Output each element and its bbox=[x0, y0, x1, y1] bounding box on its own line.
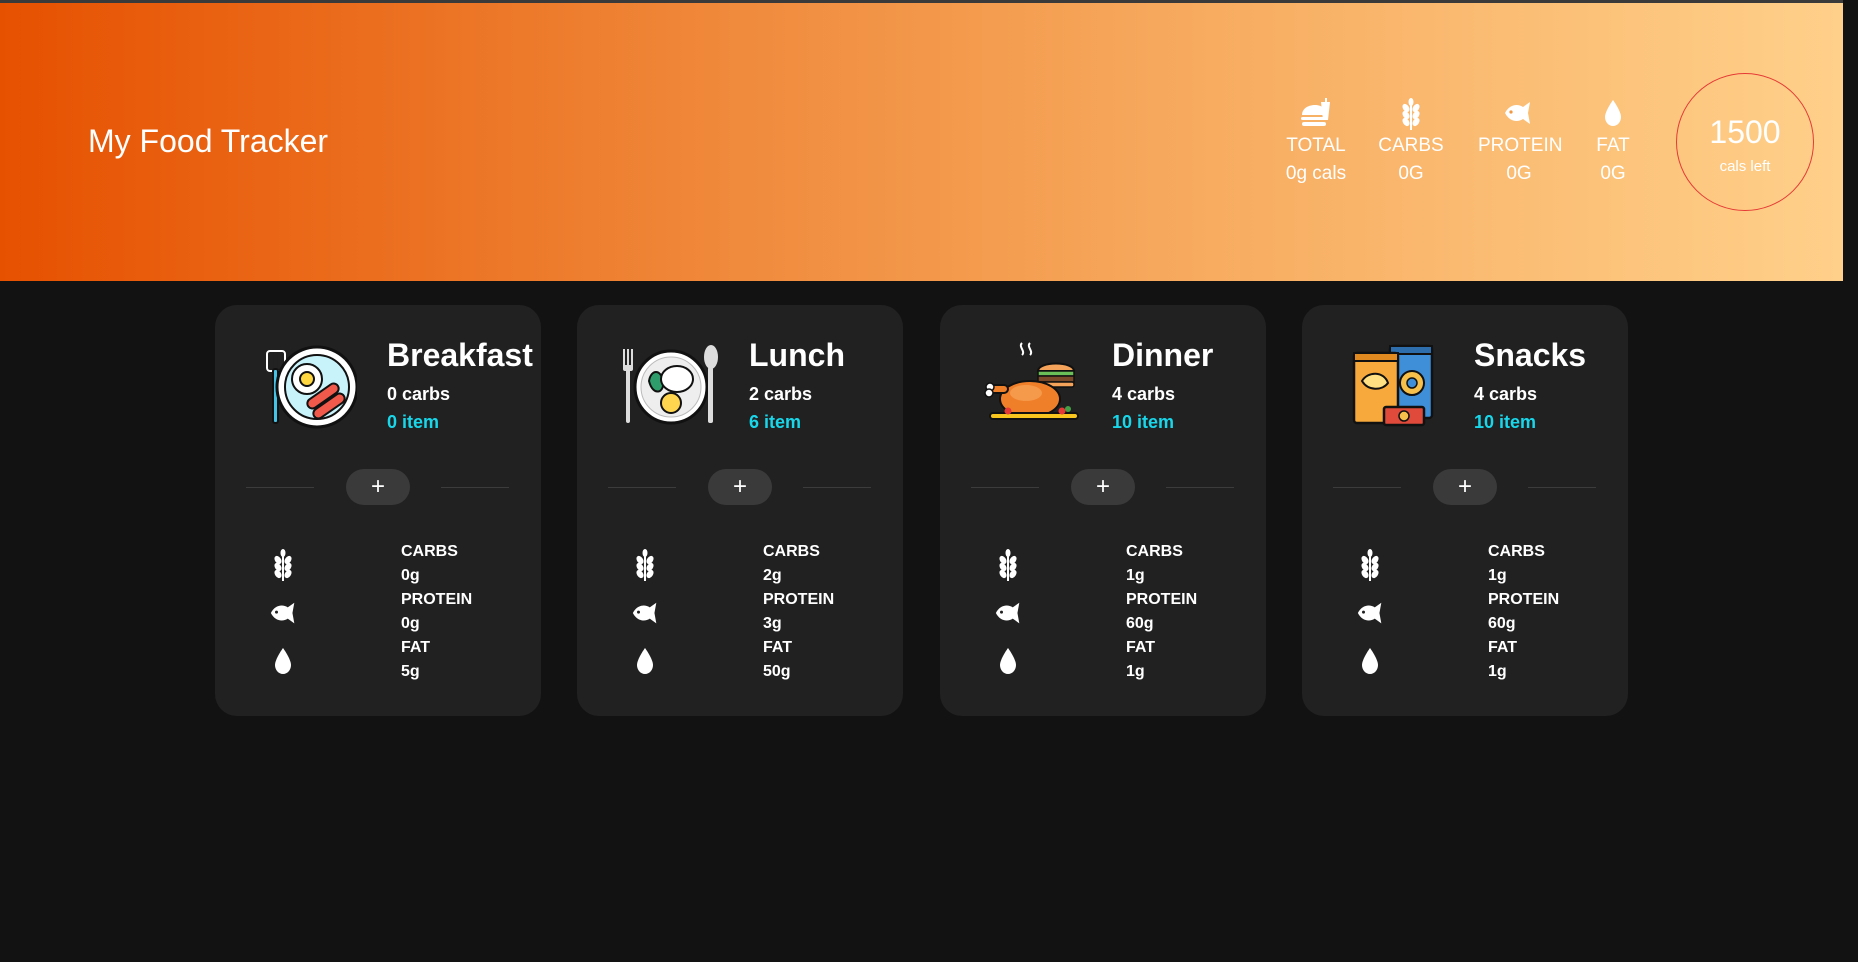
meal-card-snacks[interactable]: Snacks 4 carbs 10 item + CARBS 1g PROTEI… bbox=[1302, 305, 1628, 716]
fat-value: 1g bbox=[1126, 663, 1145, 680]
meal-carbs-summary: 4 carbs bbox=[1112, 384, 1176, 404]
protein-value: 60g bbox=[1488, 615, 1516, 632]
meal-carbs-summary: 4 carbs bbox=[1474, 384, 1538, 404]
fat-value: 5g bbox=[401, 663, 420, 680]
fat-value: 50g bbox=[763, 663, 791, 680]
fat-label: FAT bbox=[763, 639, 793, 656]
stat-total-value: 0g cals bbox=[1285, 163, 1347, 184]
add-food-button[interactable]: + bbox=[1433, 469, 1497, 505]
meal-carbs-summary: 0 carbs bbox=[387, 384, 451, 404]
fat-label: FAT bbox=[1126, 639, 1156, 656]
stat-carbs: CARBS 0G bbox=[1378, 98, 1444, 188]
drop-icon bbox=[275, 648, 291, 674]
stat-carbs-value: 0G bbox=[1398, 163, 1424, 184]
meal-item-count: 6 item bbox=[749, 412, 802, 432]
carbs-label: CARBS bbox=[401, 543, 458, 560]
drop-icon bbox=[1000, 648, 1016, 674]
wheat-icon bbox=[1378, 98, 1444, 132]
protein-label: PROTEIN bbox=[763, 591, 835, 608]
drop-icon bbox=[1591, 98, 1635, 132]
stat-fat: FAT 0G bbox=[1591, 98, 1635, 188]
divider-left bbox=[971, 487, 1039, 488]
fish-icon bbox=[995, 602, 1020, 624]
fish-icon bbox=[270, 602, 295, 624]
meal-card-lunch[interactable]: Lunch 2 carbs 6 item + CARBS 2g PROTEIN … bbox=[577, 305, 903, 716]
carbs-label: CARBS bbox=[1488, 543, 1545, 560]
drop-icon bbox=[1362, 648, 1378, 674]
divider-left bbox=[246, 487, 314, 488]
wheat-icon bbox=[636, 549, 654, 581]
stat-carbs-label: CARBS bbox=[1378, 135, 1444, 156]
carbs-value: 1g bbox=[1488, 567, 1507, 584]
protein-label: PROTEIN bbox=[1126, 591, 1198, 608]
protein-value: 3g bbox=[763, 615, 782, 632]
meal-title: Dinner bbox=[1112, 337, 1214, 373]
stat-fat-value: 0G bbox=[1600, 163, 1626, 184]
divider-left bbox=[1333, 487, 1401, 488]
carbs-value: 1g bbox=[1126, 567, 1145, 584]
dinner-chicken-icon bbox=[984, 341, 1082, 433]
meal-title: Lunch bbox=[749, 337, 845, 373]
protein-label: PROTEIN bbox=[1488, 591, 1560, 608]
calories-left-label: cals left bbox=[1719, 158, 1771, 175]
drop-icon bbox=[637, 648, 653, 674]
divider-right bbox=[441, 487, 509, 488]
protein-value: 0g bbox=[401, 615, 420, 632]
carbs-label: CARBS bbox=[763, 543, 820, 560]
add-food-button[interactable]: + bbox=[1071, 469, 1135, 505]
add-food-button[interactable]: + bbox=[708, 469, 772, 505]
protein-label: PROTEIN bbox=[401, 591, 473, 608]
meal-title: Snacks bbox=[1474, 337, 1587, 373]
divider-right bbox=[1528, 487, 1596, 488]
fat-value: 1g bbox=[1488, 663, 1507, 680]
meal-title: Breakfast bbox=[387, 337, 533, 373]
lunch-plate-icon bbox=[621, 341, 719, 433]
stat-protein-label: PROTEIN bbox=[1478, 135, 1563, 156]
carbs-value: 2g bbox=[763, 567, 782, 584]
carbs-label: CARBS bbox=[1126, 543, 1183, 560]
carbs-value: 0g bbox=[401, 567, 420, 584]
app-title: My Food Tracker bbox=[88, 123, 329, 159]
wheat-icon bbox=[274, 549, 292, 581]
meal-item-count: 0 item bbox=[387, 412, 440, 432]
fish-icon bbox=[1478, 98, 1560, 132]
vertical-scrollbar[interactable] bbox=[1843, 0, 1858, 962]
fat-label: FAT bbox=[1488, 639, 1518, 656]
fat-label: FAT bbox=[401, 639, 431, 656]
wheat-icon bbox=[1361, 549, 1379, 581]
wheat-icon bbox=[999, 549, 1017, 581]
calories-left-ring: 1500 cals left bbox=[1676, 73, 1814, 211]
meal-item-count: 10 item bbox=[1474, 412, 1537, 432]
snack-bags-icon bbox=[1346, 341, 1444, 433]
meal-item-count: 10 item bbox=[1112, 412, 1175, 432]
meal-card-dinner[interactable]: Dinner 4 carbs 10 item + CARBS 1g PROTEI… bbox=[940, 305, 1266, 716]
add-food-button[interactable]: + bbox=[346, 469, 410, 505]
stat-protein: PROTEIN 0G bbox=[1478, 98, 1563, 188]
fish-icon bbox=[632, 602, 657, 624]
divider-right bbox=[803, 487, 871, 488]
fish-icon bbox=[1357, 602, 1382, 624]
divider-right bbox=[1166, 487, 1234, 488]
fast-food-icon bbox=[1281, 98, 1351, 132]
meal-card-breakfast[interactable]: Breakfast 0 carbs 0 item + CARBS 0g PROT… bbox=[215, 305, 541, 716]
protein-value: 60g bbox=[1126, 615, 1154, 632]
meal-carbs-summary: 2 carbs bbox=[749, 384, 813, 404]
stat-total-label: TOTAL bbox=[1286, 135, 1346, 156]
stat-fat-label: FAT bbox=[1596, 135, 1630, 156]
breakfast-plate-icon bbox=[259, 341, 359, 433]
stat-protein-value: 0G bbox=[1506, 163, 1532, 184]
divider-left bbox=[608, 487, 676, 488]
stat-total: TOTAL 0g cals bbox=[1281, 98, 1351, 188]
app-header: My Food Tracker TOTAL 0g cals CARBS 0G P… bbox=[0, 3, 1843, 281]
calories-left-value: 1500 bbox=[1709, 114, 1781, 150]
